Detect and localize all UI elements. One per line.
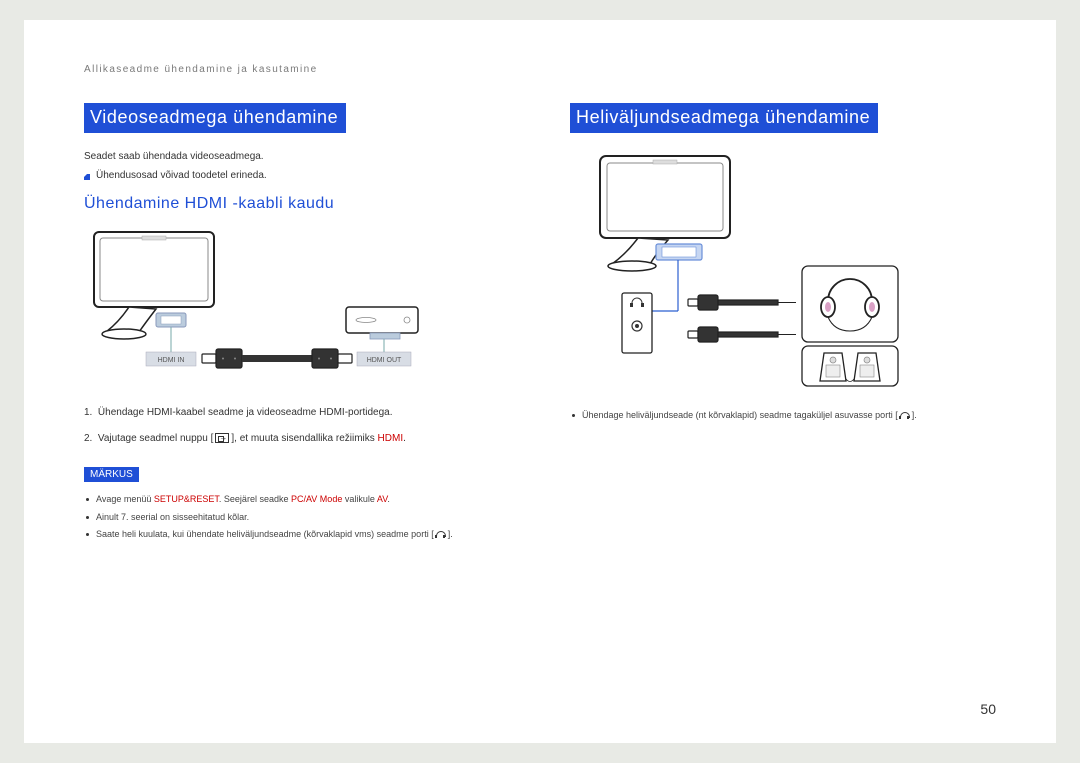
hdmi-out-label: HDMI OUT (367, 357, 402, 364)
content-columns: Videoseadmega ühendamine Seadet saab ühe… (84, 103, 996, 546)
bullet-text: Ühendusosad võivad toodetel erineda. (96, 170, 267, 181)
intro-text: Seadet saab ühendada videoseadmega. (84, 149, 510, 164)
note-3: Saate heli kuulata, kui ühendate heliväl… (84, 528, 510, 541)
step2d: . (403, 433, 406, 444)
source-icon (215, 433, 229, 443)
headphone-icon (900, 411, 910, 421)
audio-note-1: Ühendage heliväljundseade (nt kõrvaklapi… (570, 409, 996, 422)
step2c: HDMI (378, 433, 404, 444)
document-page: Allikaseadme ühendamine ja kasutamine Vi… (24, 20, 1056, 743)
headphone-icon (436, 530, 446, 540)
hdmi-diagram: HDMI IN HDMI OUT (84, 227, 510, 387)
bullet-note: Ühendusosad võivad toodetel erineda. (84, 170, 510, 181)
right-column: Heliväljundseadmega ühendamine (570, 103, 996, 546)
breadcrumb: Allikaseadme ühendamine ja kasutamine (84, 64, 996, 75)
step2a: Vajutage seadmel nuppu [ (98, 433, 213, 444)
step1-text: Ühendage HDMI-kaabel seadme ja videosead… (98, 407, 393, 418)
bullet-icon (84, 174, 90, 180)
section-heading-audio: Heliväljundseadmega ühendamine (570, 103, 878, 133)
step-1: 1. Ühendage HDMI-kaabel seadme ja videos… (84, 405, 510, 421)
note-1: Avage menüü SETUP&RESET. Seejärel seadke… (84, 493, 510, 506)
section-heading-video: Videoseadmega ühendamine (84, 103, 346, 133)
step-2: 2. Vajutage seadmel nuppu [], et muuta s… (84, 431, 510, 447)
notes-list: Avage menüü SETUP&RESET. Seejärel seadke… (84, 493, 510, 541)
audio-notes: Ühendage heliväljundseade (nt kõrvaklapi… (570, 409, 996, 422)
step2b: ], et muuta sisendallika režiimiks (231, 433, 377, 444)
audio-diagram (570, 151, 996, 391)
page-number: 50 (980, 701, 996, 717)
markus-label: MÄRKUS (84, 467, 139, 482)
sub-heading-hdmi: Ühendamine HDMI -kaabli kaudu (84, 195, 510, 213)
hdmi-in-label: HDMI IN (158, 357, 185, 364)
left-column: Videoseadmega ühendamine Seadet saab ühe… (84, 103, 510, 546)
note-2: Ainult 7. seerial on sisseehitatud kõlar… (84, 511, 510, 524)
